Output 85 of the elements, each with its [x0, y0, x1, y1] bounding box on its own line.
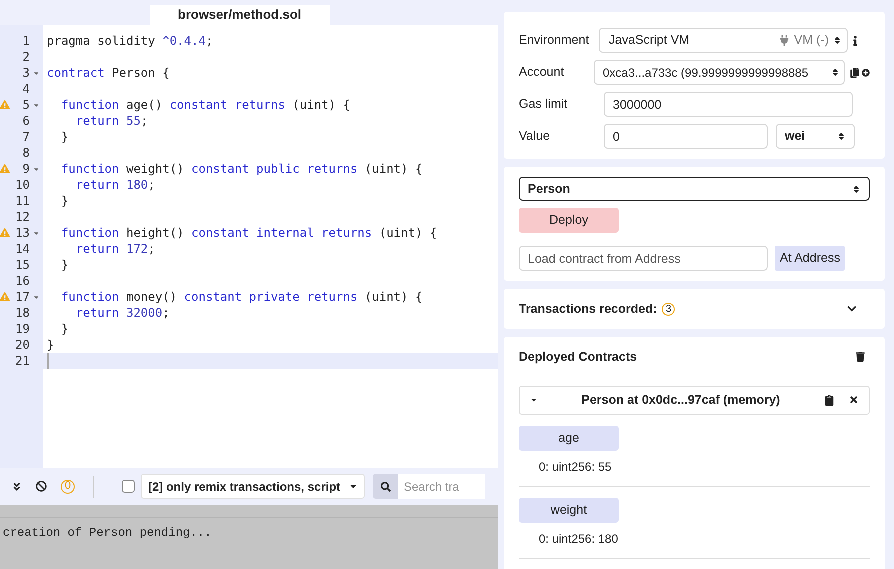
code-line: pragma solidity ^0.4.4; [47, 33, 214, 50]
gas-limit-field[interactable]: 3000000 [604, 92, 853, 117]
sort-icon [837, 132, 846, 141]
deployed-title: Deployed Contracts [519, 349, 638, 366]
code-line: function height() constant internal returns (uint) { [60, 225, 438, 242]
clear-icon[interactable] [36, 481, 47, 492]
field-label: Value [519, 128, 552, 146]
code-line: } [47, 337, 54, 354]
line-number: 14 [16, 241, 30, 258]
unit-select[interactable]: wei [776, 124, 855, 149]
field-label: Gas limit [519, 96, 569, 114]
address-field[interactable]: Load contract from Address [519, 246, 768, 271]
code-line: return 172; [74, 241, 156, 258]
transactions-label: Transactions recorded: [519, 300, 658, 318]
line-number: 21 [16, 353, 30, 370]
code-line: function age() constant returns (uint) { [60, 97, 350, 114]
collapse-icon[interactable] [12, 482, 22, 492]
function-result: 0: uint256: 180 [538, 530, 620, 548]
fold-icon[interactable] [33, 102, 40, 109]
line-number: 9 [22, 161, 30, 178]
code-line: } [60, 321, 69, 338]
line-number: 1 [22, 33, 30, 50]
filter-dropdown[interactable]: [2] only remix transactions, script [141, 474, 365, 499]
close-icon[interactable] [849, 395, 859, 406]
field-label: Account [519, 64, 566, 82]
code-line: return 180; [74, 177, 156, 194]
line-number: 20 [16, 337, 30, 354]
sort-icon [831, 68, 840, 77]
sort-icon [833, 36, 842, 45]
deploy-button[interactable]: Deploy [519, 208, 619, 233]
line-number: 18 [16, 305, 30, 322]
line-number: 5 [22, 97, 30, 114]
plus-icon[interactable] [862, 68, 870, 78]
plug-icon [779, 35, 790, 46]
line-number: 2 [22, 49, 30, 66]
pending-count: 0 [61, 480, 75, 494]
listen-checkbox[interactable] [122, 480, 135, 493]
field-label: Environment [519, 32, 590, 50]
at-address-button[interactable]: At Address [775, 246, 846, 271]
function-button[interactable]: age [519, 426, 619, 451]
line-number: 6 [22, 113, 30, 130]
contract-select[interactable]: Person [519, 177, 870, 201]
instance-title: Person at 0x0dc...97caf (memory) [580, 392, 782, 409]
terminal-output: creation of Person pending... [2, 525, 213, 542]
vm-label: VM (-) [794, 32, 829, 50]
line-number: 17 [16, 289, 30, 306]
environment-select[interactable]: JavaScript VM VM (-) [599, 28, 848, 53]
line-number: 10 [16, 177, 30, 194]
fold-icon[interactable] [33, 230, 40, 237]
trash-icon[interactable] [856, 352, 865, 362]
fold-icon[interactable] [33, 294, 40, 301]
code-line: } [60, 129, 69, 146]
copy-icon[interactable] [824, 394, 835, 406]
line-number: 4 [22, 81, 30, 98]
transactions-count: 3 [662, 302, 676, 316]
code-line: function weight() constant public returns (uint) { [60, 161, 423, 178]
text-cursor [47, 353, 49, 369]
function-button[interactable]: weight [519, 498, 619, 523]
line-number: 13 [16, 225, 30, 242]
code-line: return 32000; [74, 305, 170, 322]
value-field[interactable]: 0 [604, 124, 768, 149]
file-tab[interactable]: browser/method.sol [150, 5, 330, 25]
line-number: 8 [22, 145, 30, 162]
line-number: 3 [22, 65, 30, 82]
line-number: 19 [16, 321, 30, 338]
line-number: 15 [16, 257, 30, 274]
sort-icon [852, 184, 861, 194]
info-icon[interactable] [852, 36, 859, 46]
instance-header[interactable]: Person at 0x0dc...97caf (memory) [519, 386, 870, 415]
search-icon [380, 482, 390, 492]
code-line: return 55; [74, 113, 148, 130]
line-number: 12 [16, 209, 30, 226]
function-result: 0: uint256: 55 [538, 458, 613, 476]
line-number: 7 [22, 129, 30, 146]
code-line: contract Person { [47, 65, 170, 82]
code-line: } [60, 257, 69, 274]
account-select[interactable]: 0xca3...a733c (99.9999999999998885 [594, 60, 845, 85]
code-line: function money() constant private returns (uint) { [60, 289, 423, 306]
line-number: 16 [16, 273, 30, 290]
line-number: 11 [16, 193, 30, 210]
fold-icon[interactable] [33, 70, 40, 77]
copy-icon[interactable] [850, 68, 860, 78]
code-line: } [60, 193, 69, 210]
chevron-icon[interactable] [847, 304, 857, 314]
fold-icon[interactable] [33, 166, 40, 173]
